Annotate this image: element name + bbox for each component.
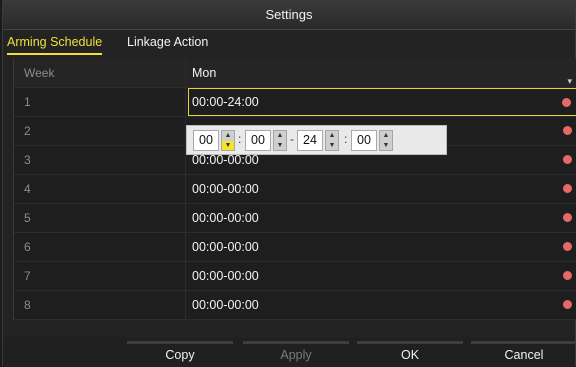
clock-icon[interactable] <box>563 213 572 222</box>
period-time-field[interactable]: 00:00-00:00 <box>188 175 576 203</box>
start-hour-field[interactable]: 00 <box>193 130 219 151</box>
end-hour-spinner[interactable]: ▲ ▼ <box>325 130 339 151</box>
clock-icon[interactable] <box>563 155 572 164</box>
spin-down-icon[interactable]: ▼ <box>274 141 286 150</box>
period-time-field[interactable]: 00:00-00:00 <box>188 233 576 261</box>
period-time-field[interactable]: 00:00-00:00 <box>188 262 576 290</box>
period-time-field[interactable]: 00:00-00:00 <box>188 204 576 232</box>
tab-bar: Arming Schedule Linkage Action <box>3 31 575 55</box>
period-time: 00:00-00:00 <box>192 153 259 167</box>
start-min-spinner[interactable]: ▲ ▼ <box>273 130 287 151</box>
spin-up-icon[interactable]: ▲ <box>380 131 392 140</box>
clock-icon[interactable] <box>563 126 572 135</box>
schedule-grid: Week Mon ▾ 1 00:00-24:00 2 3 00:00-00:00 <box>13 59 576 320</box>
time-colon: : <box>344 132 348 146</box>
schedule-row: 7 00:00-00:00 <box>14 262 576 291</box>
end-hour-field[interactable]: 24 <box>297 130 323 151</box>
button-bar: Copy Apply OK Cancel <box>3 337 576 367</box>
period-index: 1 <box>14 88 186 116</box>
apply-button[interactable]: Apply <box>243 341 349 366</box>
week-value: Mon <box>192 66 217 80</box>
schedule-row: 5 00:00-00:00 <box>14 204 576 233</box>
tab-linkage-action[interactable]: Linkage Action <box>127 31 208 53</box>
clock-icon[interactable] <box>562 98 571 107</box>
settings-dialog: Settings Arming Schedule Linkage Action … <box>2 0 576 367</box>
time-colon: : <box>238 132 242 146</box>
period-time: 00:00-24:00 <box>192 95 259 109</box>
range-dash: - <box>290 132 294 146</box>
start-hour-spinner[interactable]: ▲ ▼ <box>221 130 235 151</box>
schedule-row: 8 00:00-00:00 <box>14 291 576 320</box>
clock-icon[interactable] <box>563 184 572 193</box>
time-editor-popup: 00 ▲ ▼ : 00 ▲ ▼ - 24 ▲ ▼ : 00 ▲ ▼ <box>186 125 447 155</box>
spin-up-icon[interactable]: ▲ <box>274 131 286 140</box>
spin-down-icon[interactable]: ▼ <box>380 141 392 150</box>
copy-button[interactable]: Copy <box>127 341 233 366</box>
period-index: 5 <box>14 204 186 232</box>
period-time-field[interactable]: 00:00-00:00 <box>188 291 576 319</box>
schedule-row: 6 00:00-00:00 <box>14 233 576 262</box>
period-index: 7 <box>14 262 186 290</box>
week-label: Week <box>14 59 186 87</box>
clock-icon[interactable] <box>563 242 572 251</box>
period-index: 4 <box>14 175 186 203</box>
period-index: 2 <box>14 117 186 145</box>
spin-down-icon[interactable]: ▼ <box>326 141 338 150</box>
end-min-spinner[interactable]: ▲ ▼ <box>379 130 393 151</box>
period-time: 00:00-00:00 <box>192 240 259 254</box>
period-index: 8 <box>14 291 186 319</box>
end-min-field[interactable]: 00 <box>351 130 377 151</box>
week-select[interactable]: Mon ▾ <box>188 59 576 87</box>
period-time: 00:00-00:00 <box>192 182 259 196</box>
ok-button[interactable]: OK <box>357 341 463 366</box>
period-time-field[interactable]: 00:00-24:00 <box>188 88 576 116</box>
spin-up-icon[interactable]: ▲ <box>222 131 234 140</box>
clock-icon[interactable] <box>563 271 572 280</box>
period-index: 6 <box>14 233 186 261</box>
dialog-title: Settings <box>3 1 575 30</box>
period-time: 00:00-00:00 <box>192 298 259 312</box>
tab-arming-schedule[interactable]: Arming Schedule <box>7 31 103 55</box>
period-index: 3 <box>14 146 186 174</box>
cancel-button[interactable]: Cancel <box>471 341 576 366</box>
week-row: Week Mon ▾ <box>14 59 576 88</box>
schedule-row: 1 00:00-24:00 <box>14 88 576 117</box>
start-min-field[interactable]: 00 <box>245 130 271 151</box>
period-time: 00:00-00:00 <box>192 269 259 283</box>
spin-down-icon[interactable]: ▼ <box>222 141 234 150</box>
schedule-row: 4 00:00-00:00 <box>14 175 576 204</box>
clock-icon[interactable] <box>563 300 572 309</box>
period-time: 00:00-00:00 <box>192 211 259 225</box>
spin-up-icon[interactable]: ▲ <box>326 131 338 140</box>
